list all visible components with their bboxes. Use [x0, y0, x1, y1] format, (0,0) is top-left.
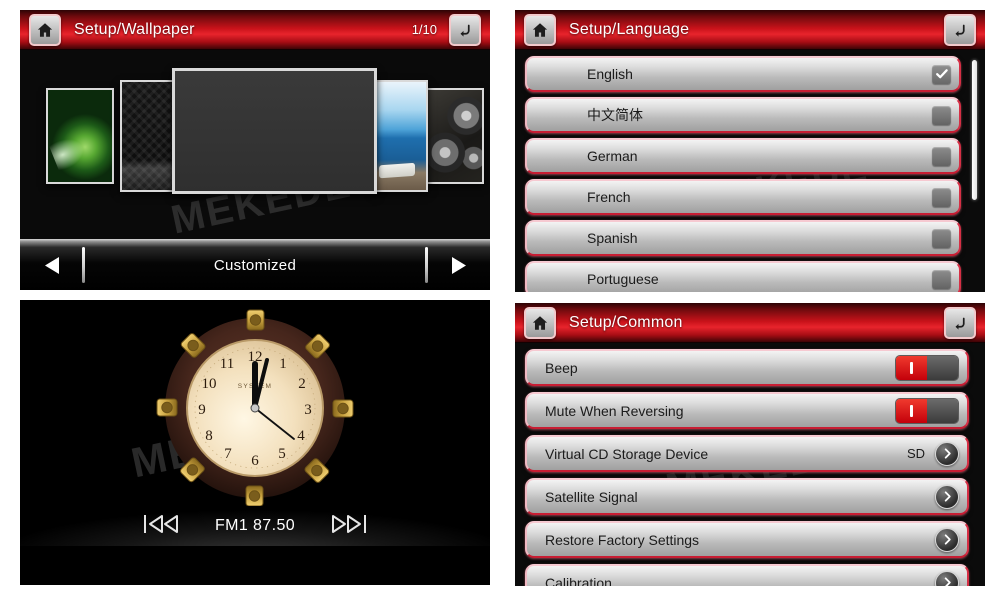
language-label: 中文简体: [587, 107, 643, 123]
analog-clock: 1212 345 678 91011 SYSTEM: [155, 308, 355, 508]
svg-text:7: 7: [224, 446, 232, 462]
language-row-german[interactable]: German: [525, 138, 961, 174]
checkbox-unchecked[interactable]: [932, 105, 951, 125]
wallpaper-thumb-selected[interactable]: [172, 68, 377, 194]
svg-text:2: 2: [298, 376, 306, 392]
radio-station-label: FM1 87.50: [214, 517, 296, 534]
chevron-right-icon[interactable]: [935, 484, 959, 509]
setting-value: SD: [906, 446, 925, 461]
checkbox-unchecked[interactable]: [932, 146, 951, 166]
setting-row-satellite-signal[interactable]: Satellite Signal: [525, 478, 969, 515]
setting-label: Restore Factory Settings: [545, 531, 700, 548]
wallpaper-carousel[interactable]: [20, 50, 490, 235]
home-icon[interactable]: [29, 13, 61, 46]
language-header: Setup/Language: [515, 10, 985, 50]
language-list: MEKEDE English 中文简体 German French: [515, 50, 985, 292]
chevron-right-icon[interactable]: [935, 441, 959, 466]
page-title: Setup/Language: [569, 20, 690, 38]
setting-label: Beep: [545, 359, 578, 376]
wallpaper-nav-bar: Customized: [20, 239, 490, 290]
clock-center-cap: [250, 403, 260, 413]
back-arrow-icon[interactable]: [449, 13, 481, 46]
svg-text:1: 1: [279, 356, 287, 372]
prev-wallpaper-button[interactable]: [20, 256, 82, 275]
home-icon[interactable]: [524, 13, 556, 46]
checkbox-unchecked[interactable]: [932, 269, 951, 289]
common-header: Setup/Common: [515, 303, 985, 343]
svg-text:10: 10: [202, 376, 217, 392]
back-arrow-icon[interactable]: [944, 306, 976, 339]
chevron-right-icon[interactable]: [935, 527, 959, 552]
setting-label: Calibration: [545, 574, 612, 587]
panel-setup-language: Setup/Language MEKEDE English 中文简体 Ger: [515, 10, 985, 292]
wallpaper-thumb-sea[interactable]: [372, 80, 428, 192]
clock-body: MEKEDE: [20, 300, 490, 546]
setting-row-restore-factory-settings[interactable]: Restore Factory Settings: [525, 521, 969, 558]
setting-label: Virtual CD Storage Device: [545, 445, 709, 462]
radio-control-bar: FM1 87.50: [20, 506, 490, 546]
wallpaper-thumb-gears[interactable]: [424, 88, 484, 184]
checkbox-checked[interactable]: [932, 64, 951, 84]
svg-text:11: 11: [220, 356, 234, 372]
language-row-spanish[interactable]: Spanish: [525, 220, 961, 256]
language-label: Portuguese: [587, 271, 659, 287]
next-track-icon[interactable]: [329, 512, 369, 541]
language-row-english[interactable]: English: [525, 56, 961, 92]
checkbox-unchecked[interactable]: [932, 187, 951, 207]
svg-text:6: 6: [251, 453, 259, 469]
next-wallpaper-button[interactable]: [428, 256, 490, 275]
common-settings-list: MEKEDE Beep Mute When Reversing Virtual …: [515, 343, 985, 586]
svg-text:8: 8: [205, 428, 213, 444]
clock-face-svg: 1212 345 678 91011 SYSTEM: [156, 309, 354, 507]
language-row-portuguese[interactable]: Portuguese: [525, 261, 961, 292]
wallpaper-body: MEKEDE Customized: [20, 50, 490, 290]
wallpaper-header: Setup/Wallpaper 1/10: [20, 10, 490, 50]
checkbox-unchecked[interactable]: [932, 228, 951, 248]
wallpaper-thumb-green-leaf[interactable]: [46, 88, 114, 184]
page-indicator: 1/10: [411, 22, 437, 37]
page-title: Setup/Common: [569, 313, 683, 331]
wallpaper-category-label: Customized: [213, 256, 297, 274]
previous-track-icon[interactable]: [141, 512, 181, 541]
svg-text:9: 9: [198, 402, 206, 418]
panel-setup-common: Setup/Common MEKEDE Beep Mute When Rever…: [515, 303, 985, 586]
setting-label: Mute When Reversing: [545, 402, 684, 419]
svg-text:5: 5: [278, 446, 286, 462]
language-label: Spanish: [587, 230, 638, 246]
setting-label: Satellite Signal: [545, 488, 638, 505]
panel-setup-wallpaper: Setup/Wallpaper 1/10 MEKEDE Customized: [20, 10, 490, 290]
language-label: German: [587, 148, 638, 164]
setting-row-virtual-cd-storage-device[interactable]: Virtual CD Storage Device SD: [525, 435, 969, 472]
toggle-beep[interactable]: [895, 354, 959, 381]
svg-text:3: 3: [304, 402, 312, 418]
language-row-french[interactable]: French: [525, 179, 961, 215]
home-icon[interactable]: [524, 306, 556, 339]
language-scrollbar[interactable]: [972, 60, 977, 285]
setting-row-calibration[interactable]: Calibration: [525, 564, 969, 586]
language-row-chinese[interactable]: 中文简体: [525, 97, 961, 133]
setting-row-mute-when-reversing[interactable]: Mute When Reversing: [525, 392, 969, 429]
setting-row-beep[interactable]: Beep: [525, 349, 969, 386]
chevron-right-icon[interactable]: [935, 570, 959, 586]
screenshot-root: Setup/Wallpaper 1/10 MEKEDE Customized S…: [0, 0, 1000, 603]
page-title: Setup/Wallpaper: [74, 20, 195, 38]
panel-clock-wallpaper: MEKEDE: [20, 300, 490, 585]
language-label: French: [587, 189, 631, 205]
toggle-mute-when-reversing[interactable]: [895, 397, 959, 424]
language-label: English: [587, 66, 633, 82]
svg-text:4: 4: [297, 428, 305, 444]
scrollbar-thumb[interactable]: [972, 60, 977, 200]
back-arrow-icon[interactable]: [944, 13, 976, 46]
